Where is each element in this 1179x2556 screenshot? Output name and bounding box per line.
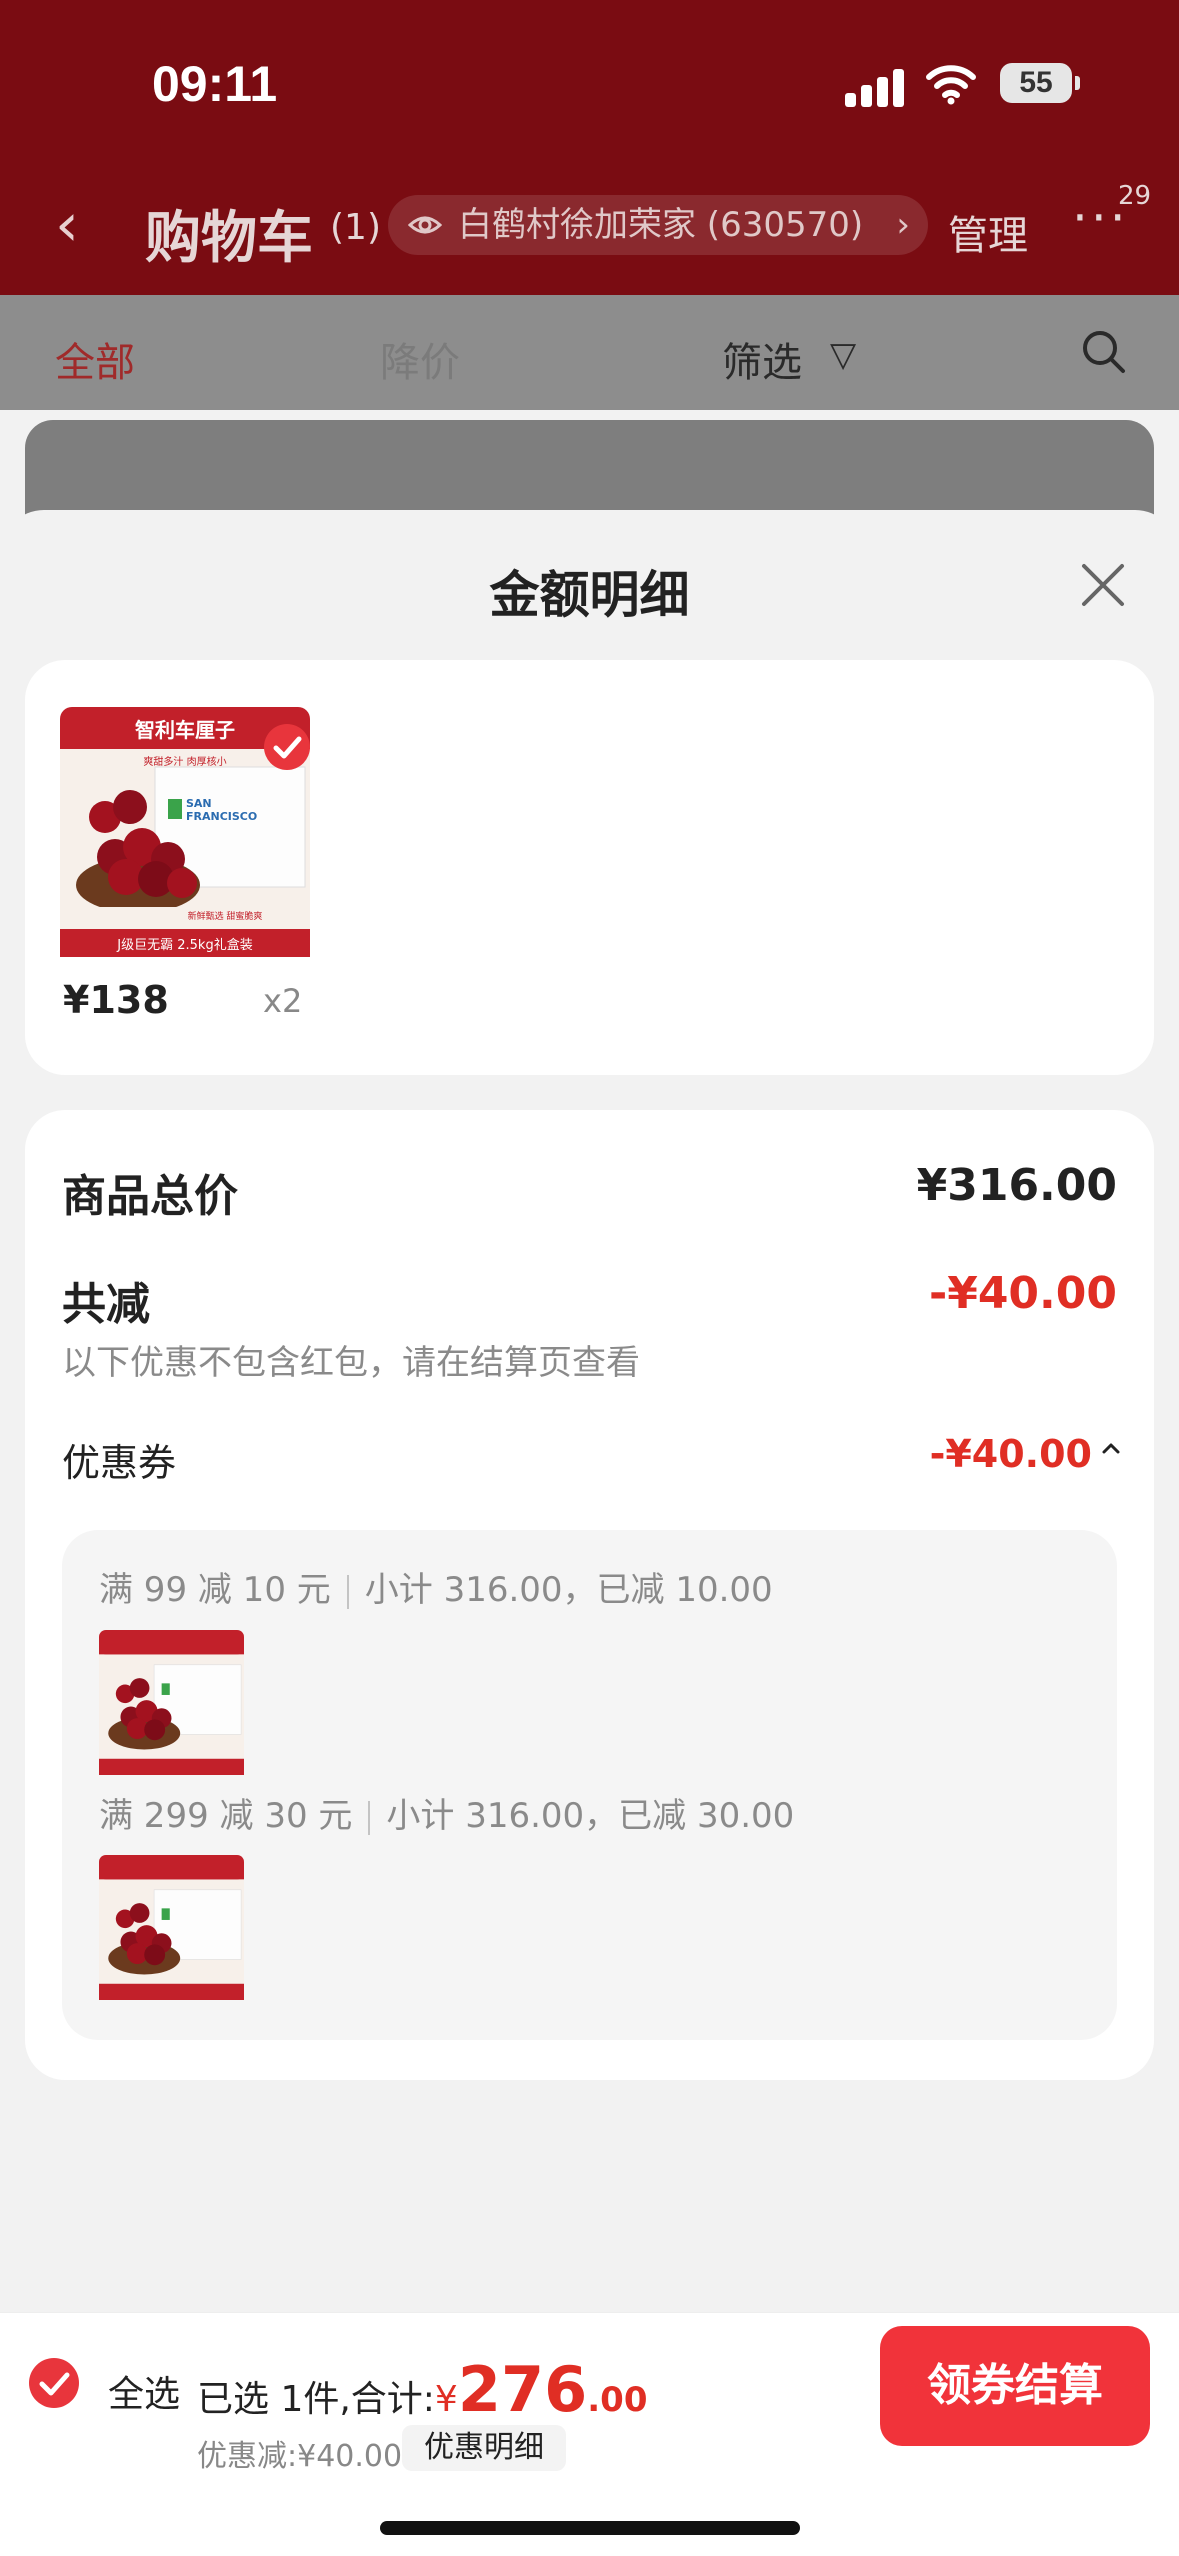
message-badge: 29 [1118, 181, 1152, 211]
divider [346, 1574, 349, 1609]
cellular-signal-icon [845, 67, 905, 107]
product-thumbnail [99, 1630, 244, 1775]
checkout-button[interactable]: 领券结算 [880, 2326, 1150, 2446]
svg-text:SAN: SAN [186, 797, 212, 810]
coupon-rule-1-detail: 小计 316.00，已减 10.00 [364, 1570, 773, 1610]
product-thumbnail [99, 1855, 244, 2000]
eye-icon [408, 216, 442, 234]
chevron-up-icon[interactable] [1098, 1435, 1124, 1461]
chevron-right-icon: › [896, 205, 910, 245]
product-image-title: 智利车厘子 [135, 718, 235, 742]
filter-button[interactable]: 筛选 [722, 330, 802, 388]
total-amount-integer: 276 [457, 2353, 588, 2426]
search-icon[interactable] [1080, 328, 1126, 374]
product-image-caption: J级巨无霸 2.5kg礼盒装 [116, 937, 252, 953]
coupon-rule-1: 满 99 减 10 元小计 316.00，已减 10.00 [99, 1562, 773, 1611]
select-all-check-icon[interactable] [28, 2357, 80, 2409]
selected-summary: 已选 1件,合计: [197, 2379, 435, 2420]
coupon-label[interactable]: 优惠券 [62, 1432, 176, 1487]
coupon-rule-1-title: 满 99 减 10 元 [99, 1570, 331, 1610]
back-icon[interactable]: ‹ [55, 195, 79, 255]
coupon-rule-2-title: 满 299 减 30 元 [99, 1796, 353, 1836]
filter-bar: 全部 降价 筛选 ▽ [0, 295, 1179, 410]
manage-button[interactable]: 管理 [948, 203, 1028, 261]
nav-bar: ‹ 购物车 (1) 白鹤村徐加荣家 (630570) › 管理 ··· 29 [0, 181, 1179, 271]
checkout-bar: 全选 已选 1件,合计:¥276.00 优惠减:¥40.00 优惠明细 领券结算 [0, 2312, 1179, 2556]
amount-detail-sheet: 金额明细 智利车厘子 爽甜多汁 肉厚核小 SAN FRANCISCO 新鲜甄选 [0, 510, 1179, 2556]
product-card: 智利车厘子 爽甜多汁 肉厚核小 SAN FRANCISCO 新鲜甄选 甜蜜脆爽 … [25, 660, 1154, 1075]
funnel-icon: ▽ [830, 335, 857, 375]
svg-text:新鲜甄选 甜蜜脆爽: 新鲜甄选 甜蜜脆爽 [188, 910, 263, 922]
divider [368, 1800, 371, 1835]
sheet-title: 金额明细 [489, 566, 690, 624]
page-title: 购物车 [145, 206, 313, 271]
currency-symbol: ¥ [434, 2379, 458, 2420]
product-price: ¥138 [63, 978, 169, 1022]
discount-amount: 优惠减:¥40.00 [197, 2439, 403, 2474]
svg-text:FRANCISCO: FRANCISCO [186, 810, 257, 823]
tab-price-drop[interactable]: 降价 [380, 330, 460, 388]
coupon-rule-2-detail: 小计 316.00，已减 30.00 [386, 1796, 795, 1836]
product-quantity: x2 [263, 982, 303, 1020]
home-indicator [380, 2521, 800, 2535]
address-selector[interactable]: 白鹤村徐加荣家 (630570) › [388, 195, 928, 255]
total-amount-decimal: .00 [587, 2380, 648, 2420]
reduce-value: -¥40.00 [928, 1268, 1117, 1319]
coupon-detail-box: 满 99 减 10 元小计 316.00，已减 10.00 满 299 减 30… [62, 1530, 1117, 2040]
tab-all[interactable]: 全部 [55, 330, 135, 388]
close-icon[interactable] [1078, 560, 1128, 610]
amount-detail-card: 商品总价 ¥316.00 共减 -¥40.00 以下优惠不包含红包，请在结算页查… [25, 1110, 1154, 2080]
product-image-subtitle: 爽甜多汁 肉厚核小 [143, 755, 226, 768]
selected-total: 已选 1件,合计:¥276.00 [197, 2353, 647, 2426]
wifi-icon [926, 65, 976, 105]
coupon-rule-2: 满 299 减 30 元小计 316.00，已减 30.00 [99, 1788, 794, 1837]
select-all-label[interactable]: 全选 [108, 2365, 180, 2417]
status-bar: 09:11 55 [0, 55, 1179, 115]
coupon-value[interactable]: -¥40.00 [930, 1432, 1092, 1476]
address-text: 白鹤村徐加荣家 (630570) [458, 205, 864, 245]
total-value: ¥316.00 [916, 1160, 1117, 1211]
discount-detail-button[interactable]: 优惠明细 [402, 2425, 566, 2471]
cart-count: (1) [330, 207, 381, 248]
battery-icon: 55 [1000, 63, 1080, 103]
total-label: 商品总价 [62, 1171, 238, 1222]
reduce-label: 共减 [62, 1279, 150, 1330]
check-icon [264, 724, 310, 770]
status-time: 09:11 [152, 56, 278, 112]
discount-hint: 以下优惠不包含红包，请在结算页查看 [62, 1343, 640, 1383]
